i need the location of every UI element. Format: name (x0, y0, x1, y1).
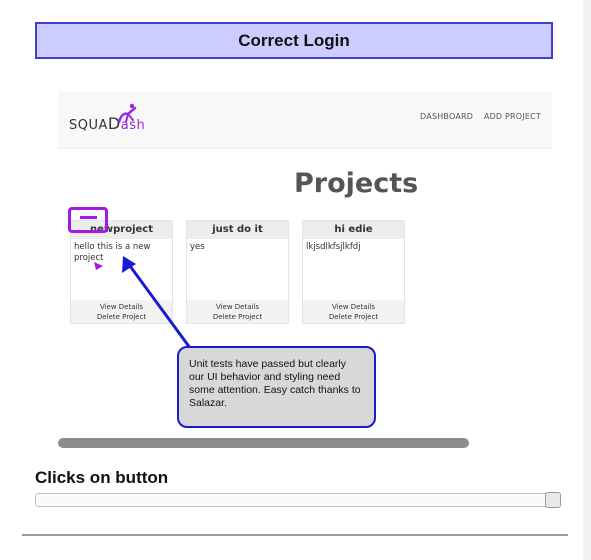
project-description: hello this is a new project (74, 242, 151, 263)
delete-project-button[interactable]: Delete Project (187, 312, 288, 322)
divider (22, 534, 568, 536)
project-card: newproject hello this is a new project V… (70, 220, 173, 324)
callout-note: Unit tests have passed but clearly our U… (177, 346, 376, 428)
horizontal-scrollbar[interactable] (58, 438, 469, 448)
view-details-button[interactable]: View Details (71, 302, 172, 312)
page-title: Projects (294, 168, 419, 199)
section-banner: Correct Login (35, 22, 553, 59)
project-name: just do it (187, 221, 288, 239)
project-card: hi edie lkjsdlkfsjlkfdj View Details Del… (302, 220, 405, 324)
delete-project-button[interactable]: Delete Project (71, 312, 172, 322)
app-header: SQUADash DASHBOARD ADD PROJECT (58, 92, 552, 149)
project-card: just do it yes View Details Delete Proje… (186, 220, 289, 324)
highlight-annotation-bar (80, 216, 97, 219)
logo-prefix: SQUA (69, 118, 108, 133)
view-details-button[interactable]: View Details (187, 302, 288, 312)
highlight-annotation (68, 207, 108, 233)
page-gutter (583, 0, 591, 560)
delete-project-button[interactable]: Delete Project (303, 312, 404, 322)
project-description: yes (190, 242, 205, 252)
card-actions: View Details Delete Project (303, 300, 404, 323)
nav-dashboard[interactable]: DASHBOARD (420, 112, 473, 121)
top-nav: DASHBOARD ADD PROJECT (412, 112, 541, 121)
progress-slider-track[interactable] (35, 493, 560, 507)
progress-slider-handle[interactable] (545, 492, 561, 508)
nav-add-project[interactable]: ADD PROJECT (484, 112, 541, 121)
card-actions: View Details Delete Project (71, 300, 172, 323)
view-details-button[interactable]: View Details (303, 302, 404, 312)
project-name: hi edie (303, 221, 404, 239)
project-description: lkjsdlkfsjlkfdj (306, 242, 361, 252)
runner-logo-icon (117, 103, 137, 124)
callout-text: Unit tests have passed but clearly our U… (189, 358, 361, 409)
banner-title: Correct Login (238, 30, 350, 50)
card-actions: View Details Delete Project (187, 300, 288, 323)
section-label: Clicks on button (35, 468, 169, 487)
